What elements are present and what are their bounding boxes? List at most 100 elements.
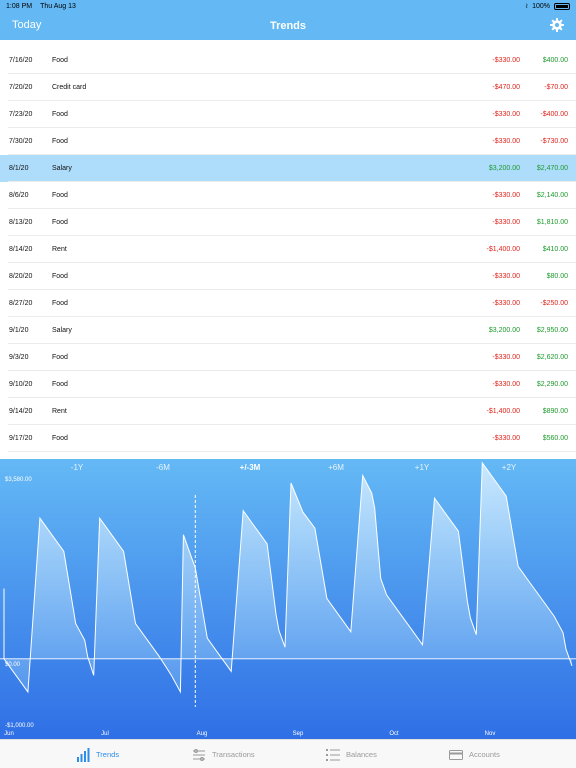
transaction-date: 9/14/20 bbox=[9, 408, 33, 415]
tab-transactions-label: Transactions bbox=[212, 750, 255, 759]
range-option[interactable]: +1Y bbox=[415, 463, 429, 472]
transaction-amount: -$330.00 bbox=[492, 435, 520, 442]
transaction-date: 9/10/20 bbox=[9, 381, 33, 388]
transaction-balance: $2,140.00 bbox=[536, 192, 568, 199]
transaction-date: 8/14/20 bbox=[9, 246, 33, 253]
transaction-balance: -$730.00 bbox=[540, 138, 568, 145]
transaction-amount: $3,200.00 bbox=[488, 165, 520, 172]
transaction-row[interactable]: 8/1/20 Salary $3,200.00 $2,470.00 bbox=[0, 155, 576, 182]
transaction-balance: $410.00 bbox=[542, 246, 568, 253]
transaction-row[interactable]: 8/27/20 Food -$330.00 -$250.00 bbox=[0, 290, 576, 317]
range-option[interactable]: +2Y bbox=[502, 463, 516, 472]
transaction-balance: $560.00 bbox=[542, 435, 568, 442]
transaction-amount: -$330.00 bbox=[492, 138, 520, 145]
transaction-description: Salary bbox=[52, 165, 72, 172]
transaction-balance: -$250.00 bbox=[540, 300, 568, 307]
transaction-description: Food bbox=[52, 219, 68, 226]
month-label: Oct bbox=[389, 731, 399, 737]
range-option[interactable]: +/-3M bbox=[240, 463, 261, 472]
range-option[interactable]: -1Y bbox=[71, 463, 83, 472]
transaction-description: Food bbox=[52, 57, 68, 64]
month-label: Sep bbox=[292, 731, 304, 737]
y-label-zero: $0.00 bbox=[5, 662, 21, 668]
transaction-amount: -$1,400.00 bbox=[486, 246, 520, 253]
transaction-date: 9/17/20 bbox=[9, 435, 33, 442]
transactions-list[interactable]: 7/16/20 Food -$330.00 $400.00 7/20/20 Credit … bbox=[0, 40, 576, 459]
transaction-description: Credit card bbox=[52, 84, 87, 91]
transaction-amount: -$330.00 bbox=[492, 300, 520, 307]
status-bar: 1:08 PM Thu Aug 13 ≀ 100% bbox=[0, 0, 576, 12]
transaction-row[interactable]: 9/17/20 Food -$330.00 $560.00 bbox=[0, 425, 576, 452]
nav-bar: Today Trends bbox=[0, 12, 576, 40]
transaction-row[interactable]: 8/6/20 Food -$330.00 $2,140.00 bbox=[0, 182, 576, 209]
list-icon bbox=[326, 748, 340, 761]
status-date: Thu Aug 13 bbox=[40, 2, 76, 10]
transaction-balance: $400.00 bbox=[542, 57, 568, 64]
transaction-balance: $2,290.00 bbox=[536, 381, 568, 388]
transaction-amount: -$330.00 bbox=[492, 111, 520, 118]
y-label-min: -$1,000.00 bbox=[5, 723, 34, 729]
range-option[interactable]: -6M bbox=[156, 463, 170, 472]
card-icon bbox=[449, 749, 463, 760]
transaction-description: Food bbox=[52, 381, 68, 388]
month-label: Aug bbox=[196, 731, 208, 737]
transaction-balance: -$400.00 bbox=[540, 111, 568, 118]
tab-bar: Trends Transactions Balances Accounts bbox=[0, 739, 576, 768]
transaction-balance: $2,620.00 bbox=[536, 354, 568, 361]
transaction-balance: $2,950.00 bbox=[536, 327, 568, 334]
transaction-date: 8/20/20 bbox=[9, 273, 33, 280]
transaction-date: 7/20/20 bbox=[9, 84, 33, 91]
transaction-amount: -$330.00 bbox=[492, 354, 520, 361]
transaction-row[interactable]: 9/10/20 Food -$330.00 $2,290.00 bbox=[0, 371, 576, 398]
transaction-description: Food bbox=[52, 192, 68, 199]
transaction-date: 7/30/20 bbox=[9, 138, 33, 145]
transaction-description: Food bbox=[52, 354, 68, 361]
transaction-description: Food bbox=[52, 138, 68, 145]
transaction-description: Food bbox=[52, 111, 68, 118]
transaction-row[interactable]: 9/1/20 Salary $3,200.00 $2,950.00 bbox=[0, 317, 576, 344]
transaction-description: Rent bbox=[52, 246, 67, 253]
tab-trends-label: Trends bbox=[96, 750, 120, 759]
transaction-amount: -$1,400.00 bbox=[486, 408, 520, 415]
transaction-row[interactable]: 8/20/20 Food -$330.00 $80.00 bbox=[0, 263, 576, 290]
transaction-row[interactable]: 8/13/20 Food -$330.00 $1,810.00 bbox=[0, 209, 576, 236]
row-divider bbox=[8, 451, 576, 452]
transaction-row[interactable]: 7/20/20 Credit card -$470.00 -$70.00 bbox=[0, 74, 576, 101]
transaction-date: 8/13/20 bbox=[9, 219, 33, 226]
transaction-amount: -$330.00 bbox=[492, 219, 520, 226]
transaction-row[interactable]: 9/14/20 Rent -$1,400.00 $890.00 bbox=[0, 398, 576, 425]
tab-transactions[interactable]: Transactions bbox=[192, 740, 255, 768]
month-label: Nov bbox=[484, 731, 496, 737]
transaction-date: 8/1/20 bbox=[9, 165, 29, 172]
transaction-date: 7/23/20 bbox=[9, 111, 33, 118]
transaction-balance: $1,810.00 bbox=[536, 219, 568, 226]
transaction-row[interactable]: 8/14/20 Rent -$1,400.00 $410.00 bbox=[0, 236, 576, 263]
range-option[interactable]: +6M bbox=[328, 463, 344, 472]
gear-icon[interactable] bbox=[549, 17, 565, 33]
tab-balances-label: Balances bbox=[346, 750, 377, 759]
transaction-amount: -$470.00 bbox=[492, 84, 520, 91]
transaction-amount: $3,200.00 bbox=[488, 327, 520, 334]
bar-chart-icon bbox=[77, 747, 90, 762]
tab-balances[interactable]: Balances bbox=[326, 740, 377, 768]
transaction-amount: -$330.00 bbox=[492, 192, 520, 199]
month-label: Jul bbox=[101, 731, 109, 737]
transaction-amount: -$330.00 bbox=[492, 381, 520, 388]
tab-trends[interactable]: Trends bbox=[76, 740, 119, 768]
transaction-row[interactable]: 7/30/20 Food -$330.00 -$730.00 bbox=[0, 128, 576, 155]
transaction-amount: -$330.00 bbox=[492, 57, 520, 64]
transaction-description: Rent bbox=[52, 408, 67, 415]
month-label: Jun bbox=[4, 731, 14, 737]
transaction-amount: -$330.00 bbox=[492, 273, 520, 280]
trend-chart[interactable] bbox=[0, 459, 576, 739]
tab-accounts[interactable]: Accounts bbox=[449, 740, 500, 768]
transaction-row[interactable]: 7/16/20 Food -$330.00 $400.00 bbox=[0, 47, 576, 74]
battery-icon bbox=[554, 2, 570, 10]
transaction-row[interactable]: 9/3/20 Food -$330.00 $2,620.00 bbox=[0, 344, 576, 371]
transaction-date: 8/6/20 bbox=[9, 192, 29, 199]
transaction-date: 7/16/20 bbox=[9, 57, 33, 64]
transaction-balance: $80.00 bbox=[546, 273, 568, 280]
transaction-row[interactable]: 7/23/20 Food -$330.00 -$400.00 bbox=[0, 101, 576, 128]
today-button[interactable]: Today bbox=[12, 19, 41, 31]
range-selector: -1Y -6M +/-3M +6M +1Y +2Y bbox=[0, 463, 576, 475]
